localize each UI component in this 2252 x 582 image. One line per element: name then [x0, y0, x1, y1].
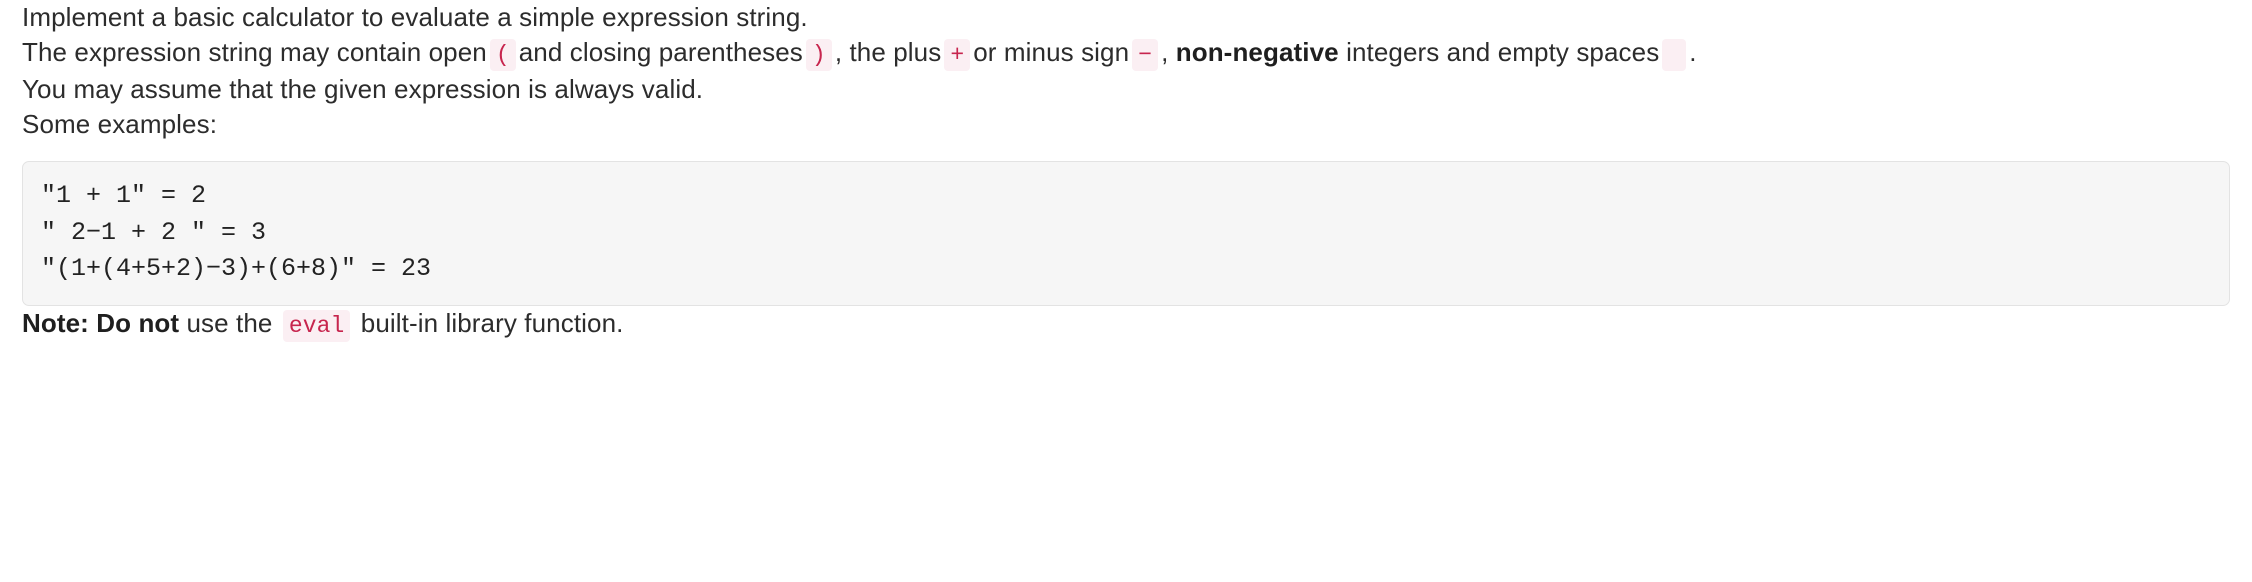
paragraph-expression-spec: The expression string may contain open(a… — [22, 35, 2230, 72]
spec-text-part-5: , — [1161, 37, 1169, 68]
note-bold-prefix: Note: Do not — [22, 308, 180, 339]
spec-text-part-2: and closing parentheses — [518, 37, 803, 68]
paragraph-note: Note: Do not use the eval built-in libra… — [22, 306, 2230, 343]
paragraph-examples-label: Some examples: — [22, 108, 218, 139]
inline-code-space — [1662, 39, 1687, 72]
note-text-part-1: use the — [186, 308, 273, 339]
note-text-part-2: built-in library function. — [360, 308, 624, 339]
inline-code-open-paren: ( — [489, 39, 516, 72]
spec-text-part-3: , the plus — [834, 37, 942, 68]
spec-text-part-7: . — [1689, 37, 1697, 68]
paragraph-intro: Implement a basic calculator to evaluate… — [22, 2, 808, 32]
problem-description: Implement a basic calculator to evaluate… — [0, 0, 2252, 343]
examples-code-block: "1 + 1" = 2 " 2−1 + 2 " = 3 "(1+(4+5+2)−… — [22, 161, 2230, 307]
spec-text-part-6: integers and empty spaces — [1346, 37, 1660, 68]
inline-code-eval: eval — [282, 310, 351, 343]
spec-bold-non-negative: non-negative — [1175, 37, 1339, 68]
inline-code-minus: − — [1132, 39, 1159, 72]
inline-code-close-paren: ) — [805, 39, 832, 72]
spec-text-part-1: The expression string may contain open — [22, 37, 487, 68]
paragraph-validity: You may assume that the given expression… — [22, 73, 704, 104]
inline-code-plus: + — [944, 39, 971, 72]
spec-text-part-4: or minus sign — [973, 37, 1130, 68]
